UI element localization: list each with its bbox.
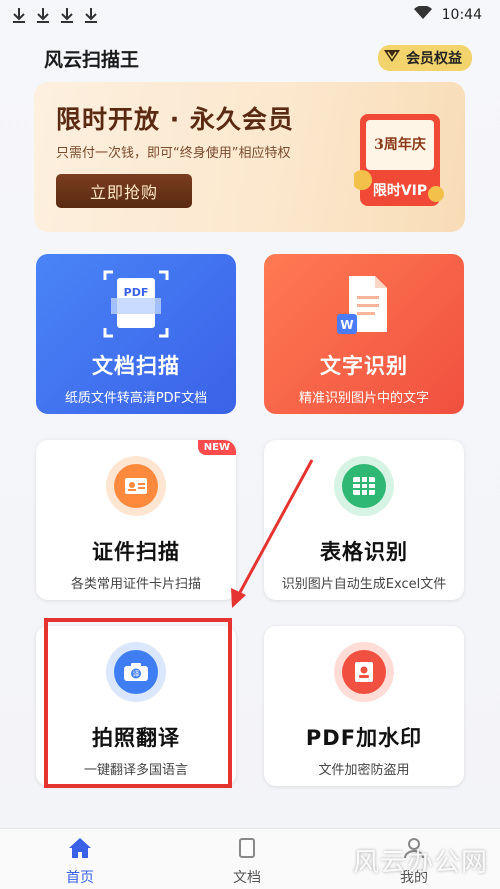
- home-icon: [68, 837, 92, 863]
- site-watermark: 风云办公网: [352, 848, 488, 878]
- annotation-arrow: [231, 459, 314, 608]
- tab-label: 文档: [233, 870, 261, 886]
- documents-icon: [236, 837, 258, 863]
- tab-documents[interactable]: 文档: [233, 837, 261, 887]
- tab-home[interactable]: 首页: [66, 837, 94, 887]
- tab-label: 首页: [66, 870, 94, 886]
